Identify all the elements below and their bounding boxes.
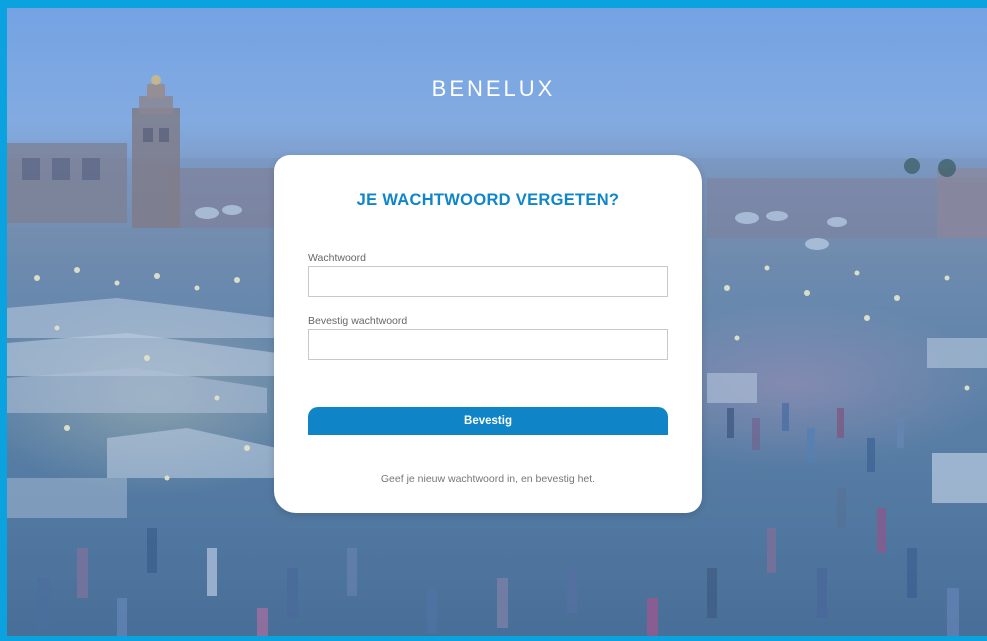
form-hint: Geef je nieuw wachtwoord in, en bevestig… (380, 473, 596, 485)
brand-title: BENELUX (431, 76, 556, 101)
password-label: Wachtwoord (308, 252, 366, 264)
confirm-password-label: Bevestig wachtwoord (308, 315, 408, 327)
reset-password-card: JE WACHTWOORD VERGETEN? Wachtwoord Beves… (274, 155, 702, 513)
confirm-button[interactable]: Bevestig (308, 407, 668, 435)
confirm-password-input[interactable] (308, 329, 668, 360)
password-input[interactable] (308, 266, 668, 297)
form-title: JE WACHTWOORD VERGETEN? (356, 191, 620, 209)
